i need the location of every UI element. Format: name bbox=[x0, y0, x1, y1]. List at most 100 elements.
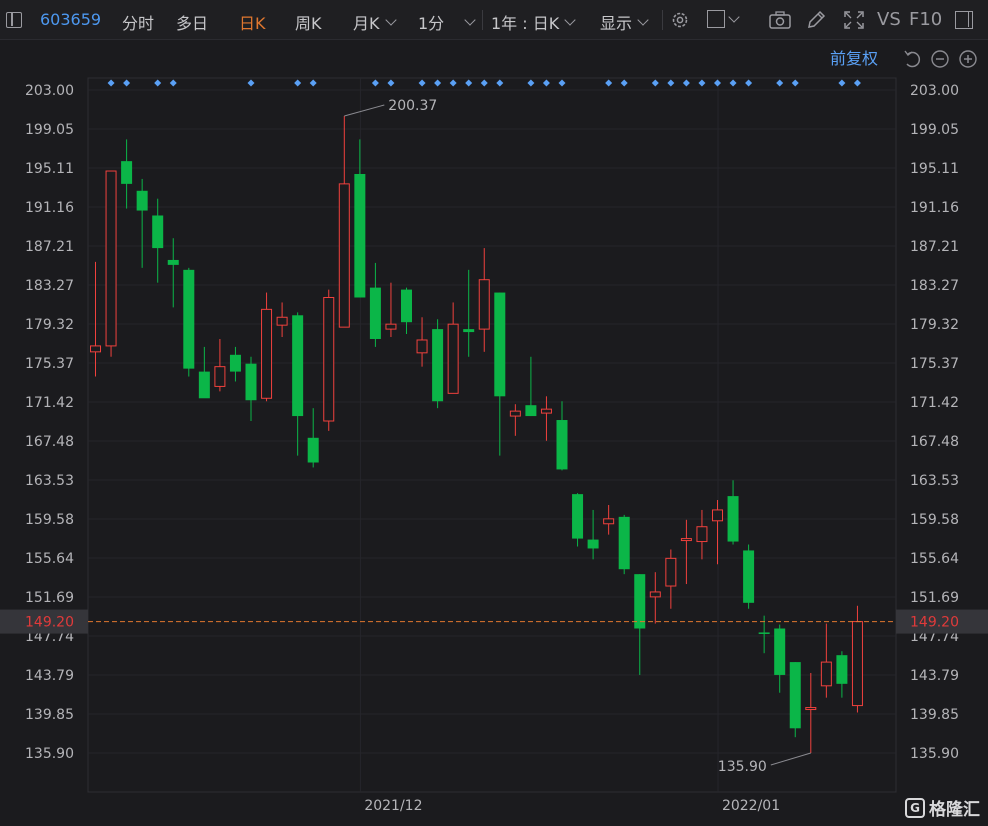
y-tick-label-right: 159.58 bbox=[910, 512, 959, 528]
event-marker bbox=[776, 79, 784, 87]
y-tick-label-right: 199.05 bbox=[910, 122, 959, 138]
candles bbox=[90, 115, 863, 753]
range-selector[interactable]: 1年 : 日K bbox=[491, 10, 576, 34]
y-tick-label-right: 195.11 bbox=[910, 161, 959, 177]
watermark-text: 格隆汇 bbox=[929, 800, 980, 820]
event-marker bbox=[107, 79, 115, 87]
candle-body bbox=[276, 316, 288, 326]
candle-body bbox=[820, 661, 832, 687]
candle-body bbox=[743, 550, 755, 603]
candle-up bbox=[261, 292, 273, 402]
checkbox-dropdown[interactable] bbox=[707, 10, 740, 28]
candle-down bbox=[618, 514, 630, 575]
event-marker bbox=[387, 79, 395, 87]
candle-body bbox=[805, 707, 817, 711]
fullscreen-icon[interactable] bbox=[843, 10, 865, 30]
candle-down bbox=[463, 269, 475, 357]
candle-body bbox=[463, 329, 475, 333]
zoom-out-icon[interactable] bbox=[931, 50, 949, 68]
display-menu[interactable]: 显示 bbox=[600, 10, 649, 34]
candle-down bbox=[494, 292, 506, 456]
candle-body bbox=[478, 279, 490, 330]
event-marker bbox=[465, 79, 473, 87]
candle-down bbox=[354, 139, 366, 298]
candle-body bbox=[261, 308, 273, 399]
event-marker bbox=[558, 79, 566, 87]
tab-daily-k[interactable]: 日K bbox=[239, 10, 266, 34]
y-tick-label-right: 191.16 bbox=[910, 200, 959, 216]
display-label: 显示 bbox=[600, 14, 633, 33]
candle-down bbox=[587, 509, 599, 560]
candle-body bbox=[136, 190, 148, 211]
tab-minute[interactable]: 1分 bbox=[418, 10, 476, 34]
event-marker bbox=[527, 79, 535, 87]
tab-weekly-k[interactable]: 周K bbox=[295, 10, 322, 34]
event-marker bbox=[667, 79, 675, 87]
camera-icon[interactable] bbox=[768, 10, 792, 30]
event-marker bbox=[651, 79, 659, 87]
x-tick-label: 2021/12 bbox=[364, 798, 422, 814]
candle-up bbox=[665, 549, 677, 609]
pencil-icon[interactable] bbox=[805, 10, 827, 30]
x-axis: 2021/12 2022/01 bbox=[364, 798, 780, 814]
candle-up bbox=[805, 672, 817, 753]
event-marker bbox=[605, 79, 613, 87]
event-marker bbox=[418, 79, 426, 87]
range-label: 1年 : 日K bbox=[491, 14, 560, 33]
panel-toggle-icon[interactable] bbox=[955, 11, 973, 29]
y-tick-label-left: 199.05 bbox=[25, 122, 74, 138]
gear-icon[interactable] bbox=[670, 10, 690, 30]
candle-down bbox=[245, 356, 257, 422]
f10-button[interactable]: F10 bbox=[909, 9, 942, 30]
y-tick-label-right: 203.00 bbox=[910, 83, 959, 99]
stock-code[interactable]: 603659 bbox=[40, 10, 101, 29]
reset-icon[interactable] bbox=[904, 50, 921, 68]
y-tick-label-left: 167.48 bbox=[25, 434, 74, 450]
candle-up bbox=[649, 572, 661, 624]
y-tick-label-right: 167.48 bbox=[910, 434, 959, 450]
candle-down bbox=[369, 262, 381, 347]
y-tick-label-left: 175.37 bbox=[25, 356, 74, 372]
candle-body bbox=[758, 632, 770, 634]
candle-body bbox=[167, 259, 179, 265]
annotations: 200.37 135.90 bbox=[344, 98, 811, 775]
candle-down bbox=[307, 408, 319, 468]
y-tick-label-left: 203.00 bbox=[25, 83, 74, 99]
candle-body bbox=[540, 408, 552, 414]
sidebar-toggle-icon[interactable] bbox=[6, 12, 22, 28]
top-toolbar: 603659 分时 多日 日K 周K 月K 1分 1年 : 日K 显示 VS F… bbox=[0, 0, 988, 40]
y-tick-label-right: 179.32 bbox=[910, 317, 959, 333]
event-marker bbox=[542, 79, 550, 87]
y-tick-label-right: 171.42 bbox=[910, 395, 959, 411]
y-tick-label-left: 139.85 bbox=[25, 707, 74, 723]
tab-intraday[interactable]: 分时 bbox=[122, 10, 154, 34]
candle-body bbox=[229, 354, 241, 372]
candlestick-chart[interactable]: 203.00 199.05 195.11 191.16 187.21 183.27 179.… bbox=[0, 40, 988, 826]
candle-up bbox=[603, 504, 615, 535]
y-tick-label-right: 175.37 bbox=[910, 356, 959, 372]
plot-border bbox=[87, 77, 897, 793]
adjust-label[interactable]: 前复权 bbox=[830, 49, 878, 68]
chevron-down-icon bbox=[637, 13, 649, 26]
candle-down bbox=[152, 198, 164, 283]
event-marker bbox=[480, 79, 488, 87]
tab-multi-day[interactable]: 多日 bbox=[176, 10, 208, 34]
candle-down bbox=[198, 346, 210, 399]
candle-up bbox=[712, 500, 723, 565]
y-tick-label-right: 155.64 bbox=[910, 551, 959, 567]
candle-up bbox=[540, 396, 552, 441]
tab-monthly-k[interactable]: 月K bbox=[353, 10, 397, 34]
candle-body bbox=[789, 662, 801, 729]
event-marker bbox=[371, 79, 379, 87]
y-tick-label-left: 195.11 bbox=[25, 161, 74, 177]
zoom-in-icon[interactable] bbox=[959, 50, 977, 68]
candle-body bbox=[214, 366, 226, 387]
y-tick-label-left: 191.16 bbox=[25, 200, 74, 216]
y-tick-label-left: 179.32 bbox=[25, 317, 74, 333]
event-marker bbox=[698, 79, 706, 87]
event-marker bbox=[729, 79, 737, 87]
candle-up bbox=[416, 317, 428, 367]
event-marker bbox=[309, 79, 317, 87]
candle-body bbox=[525, 405, 537, 417]
vs-compare-button[interactable]: VS bbox=[877, 9, 901, 30]
